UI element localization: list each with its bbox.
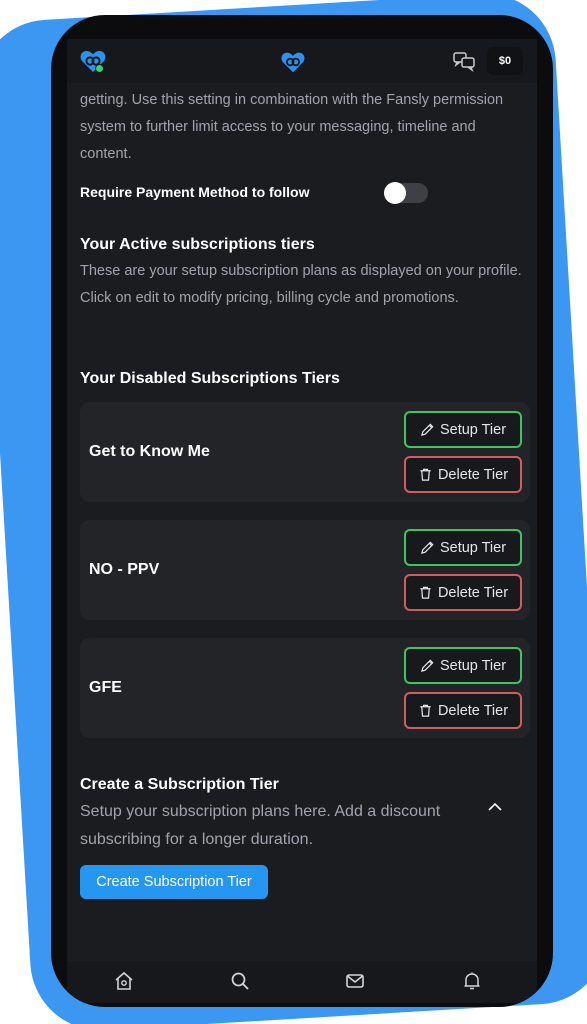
top-bar: $0 <box>67 39 537 83</box>
pencil-icon <box>420 541 434 555</box>
wallet-balance-label: $0 <box>498 55 512 67</box>
setup-tier-label: Setup Tier <box>439 657 507 674</box>
create-tier-button-label: Create Subscription Tier <box>96 874 252 890</box>
tier-card: NO - PPV Setup Tier Delete Tier <box>80 520 530 620</box>
mail-icon[interactable] <box>344 970 366 992</box>
active-tiers-title: Your Active subscriptions tiers <box>80 236 315 253</box>
delete-tier-button[interactable]: Delete Tier <box>404 456 522 493</box>
bell-icon[interactable] <box>461 970 483 992</box>
online-status-dot <box>95 64 104 73</box>
trash-icon <box>420 586 431 599</box>
require-payment-label: Require Payment Method to follow <box>80 184 310 200</box>
home-icon[interactable] <box>113 970 135 992</box>
delete-tier-label: Delete Tier <box>437 466 509 483</box>
create-subscription-tier-button[interactable]: Create Subscription Tier <box>80 865 268 899</box>
fansly-heart-logo-icon[interactable] <box>280 49 306 75</box>
tier-name: NO - PPV <box>89 561 160 578</box>
delete-tier-label: Delete Tier <box>437 702 509 719</box>
search-icon[interactable] <box>229 970 251 992</box>
require-payment-toggle[interactable] <box>384 182 428 204</box>
disabled-tiers-title: Your Disabled Subscriptions Tiers <box>80 370 340 387</box>
bottom-navigation <box>67 961 537 1003</box>
trash-icon <box>420 704 431 717</box>
delete-tier-label: Delete Tier <box>437 584 509 601</box>
chat-bubbles-icon[interactable] <box>452 50 476 72</box>
tier-name: Get to Know Me <box>89 443 210 460</box>
setup-tier-label: Setup Tier <box>439 539 507 556</box>
setup-tier-button[interactable]: Setup Tier <box>404 647 522 684</box>
tier-card: GFE Setup Tier Delete Tier <box>80 638 530 738</box>
require-payment-row: Require Payment Method to follow <box>80 180 525 206</box>
tier-card: Get to Know Me Setup Tier Delete Tier <box>80 402 530 502</box>
active-tiers-description: These are your setup subscription plans … <box>80 263 522 306</box>
setup-tier-button[interactable]: Setup Tier <box>404 411 522 448</box>
toggle-knob <box>384 182 406 204</box>
setup-tier-button[interactable]: Setup Tier <box>404 529 522 566</box>
permission-intro-text: getting. Use this setting in combination… <box>80 92 504 162</box>
delete-tier-button[interactable]: Delete Tier <box>404 574 522 611</box>
pencil-icon <box>420 659 434 673</box>
setup-tier-label: Setup Tier <box>439 421 507 438</box>
trash-icon <box>420 468 431 481</box>
app-screen: $0 getting. Use this setting in combinat… <box>67 39 537 1003</box>
create-tier-title: Create a Subscription Tier <box>80 776 279 793</box>
phone-frame: $0 getting. Use this setting in combinat… <box>51 15 553 1007</box>
create-tier-description: Setup your subscription plans here. Add … <box>80 803 441 848</box>
chevron-up-icon[interactable] <box>485 797 505 817</box>
tier-name: GFE <box>89 679 122 696</box>
delete-tier-button[interactable]: Delete Tier <box>404 692 522 729</box>
wallet-balance-button[interactable]: $0 <box>487 47 523 75</box>
pencil-icon <box>420 423 434 437</box>
